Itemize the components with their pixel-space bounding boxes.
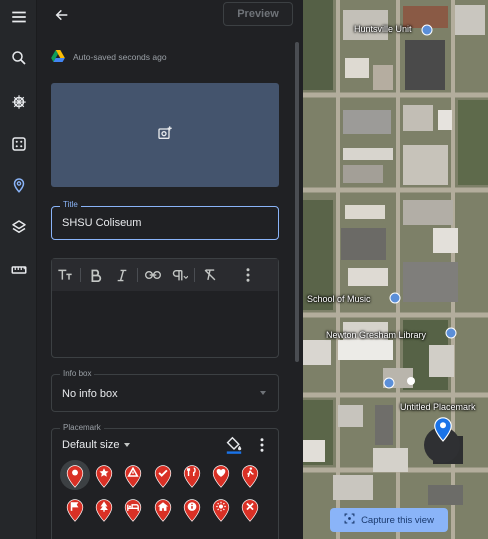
placemark-icon-triangle[interactable]	[122, 463, 144, 489]
toolbar-divider	[80, 268, 81, 282]
link-icon[interactable]	[140, 262, 166, 288]
ruler-icon[interactable]	[4, 255, 33, 284]
info-box-select[interactable]: Info box No info box	[51, 369, 279, 412]
capture-view-label: Capture this view	[361, 514, 434, 526]
panel-header: Preview	[37, 0, 303, 30]
title-field[interactable]: Title SHSU Coliseum	[51, 200, 279, 240]
layers-icon[interactable]	[4, 212, 33, 241]
autosave-status: Auto-saved seconds ago	[51, 50, 167, 64]
description-editor[interactable]	[51, 258, 279, 358]
placemark-icon-restaurant[interactable]	[181, 463, 203, 489]
left-nav-rail	[0, 0, 37, 539]
placemark-section: Placemark Default size	[51, 423, 279, 539]
projects-pin-icon[interactable]	[4, 170, 33, 199]
info-box-label: Info box	[60, 369, 95, 378]
placemark-label: Placemark	[60, 423, 104, 432]
paragraph-icon[interactable]	[166, 262, 192, 288]
placemark-icon-close[interactable]	[239, 497, 261, 523]
more-vert-icon[interactable]	[235, 262, 261, 288]
dropdown-caret-icon	[260, 391, 266, 395]
menu-icon[interactable]	[4, 2, 33, 31]
map-label-library[interactable]: Newton Gresham Library	[326, 330, 426, 340]
title-input[interactable]: SHSU Coliseum	[62, 217, 141, 229]
map-label-untitled-placemark[interactable]: Untitled Placemark	[400, 402, 476, 412]
placemark-icon-star[interactable]	[93, 463, 115, 489]
placemark-icon-bed[interactable]	[122, 497, 144, 523]
clear-formatting-icon[interactable]	[197, 262, 223, 288]
back-arrow-icon[interactable]	[51, 4, 73, 26]
voyager-wheel-icon[interactable]	[4, 87, 33, 116]
panel-scrollbar[interactable]	[295, 42, 299, 362]
placemark-icon-sun[interactable]	[210, 497, 232, 523]
placemark-icon-walk[interactable]	[239, 463, 261, 489]
satellite-map-view[interactable]: Huntsville Unit School of Music Newton G…	[303, 0, 488, 539]
search-icon[interactable]	[4, 43, 33, 72]
capture-view-icon	[344, 513, 355, 527]
toolbar-divider	[137, 268, 138, 282]
placemark-icon-flag[interactable]	[64, 497, 86, 523]
dice-icon[interactable]	[4, 129, 33, 158]
satellite-imagery	[303, 0, 488, 539]
placemark-size-value: Default size	[62, 439, 120, 451]
text-size-icon[interactable]	[52, 262, 78, 288]
preview-button[interactable]: Preview	[223, 2, 293, 26]
capture-view-button[interactable]: Capture this view	[330, 508, 448, 532]
placemark-icon-info[interactable]	[181, 497, 203, 523]
fill-color-icon[interactable]	[224, 435, 244, 455]
italic-icon[interactable]	[109, 262, 135, 288]
placemark-size-select[interactable]: Default size	[62, 439, 131, 451]
placemark-icon-home[interactable]	[152, 497, 174, 523]
text-format-toolbar	[52, 259, 278, 291]
placemark-icon-tree[interactable]	[93, 497, 115, 523]
app-root: Preview Auto-saved seconds ago Title SHS…	[0, 0, 488, 539]
map-label-school-of-music[interactable]: School of Music	[307, 294, 371, 304]
selected-placemark-marker[interactable]	[434, 416, 452, 447]
placemark-icon-check[interactable]	[152, 463, 174, 489]
placemark-icon-heart[interactable]	[210, 463, 232, 489]
placemark-icon-dot[interactable]	[60, 460, 90, 490]
map-label-huntsville-unit[interactable]: Huntsville Unit	[354, 24, 412, 34]
toolbar-divider	[194, 268, 195, 282]
bold-icon[interactable]	[83, 262, 109, 288]
feature-editor-panel: Preview Auto-saved seconds ago Title SHS…	[37, 0, 303, 539]
google-drive-icon	[51, 50, 65, 64]
add-photo-icon	[157, 125, 173, 146]
cover-image-placeholder[interactable]	[51, 83, 279, 187]
info-box-value: No info box	[62, 388, 118, 400]
autosave-text: Auto-saved seconds ago	[73, 52, 167, 62]
title-label: Title	[60, 200, 81, 209]
chevron-down-icon	[124, 443, 131, 447]
more-vert-icon[interactable]	[252, 435, 272, 455]
